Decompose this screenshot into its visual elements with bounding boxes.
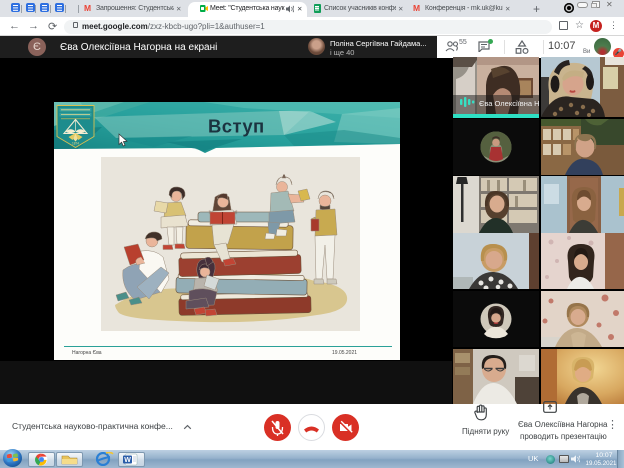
svg-text:19.05.2021: 19.05.2021 — [332, 350, 357, 356]
svg-text:1874: 1874 — [72, 142, 79, 146]
svg-text:Єва Олексіївна Н...: Єва Олексіївна Н... — [479, 99, 539, 108]
svg-text:Нагорна Єва: Нагорна Єва — [72, 350, 102, 356]
svg-text:Вступ: Вступ — [208, 116, 265, 137]
svg-text:W: W — [124, 457, 131, 464]
